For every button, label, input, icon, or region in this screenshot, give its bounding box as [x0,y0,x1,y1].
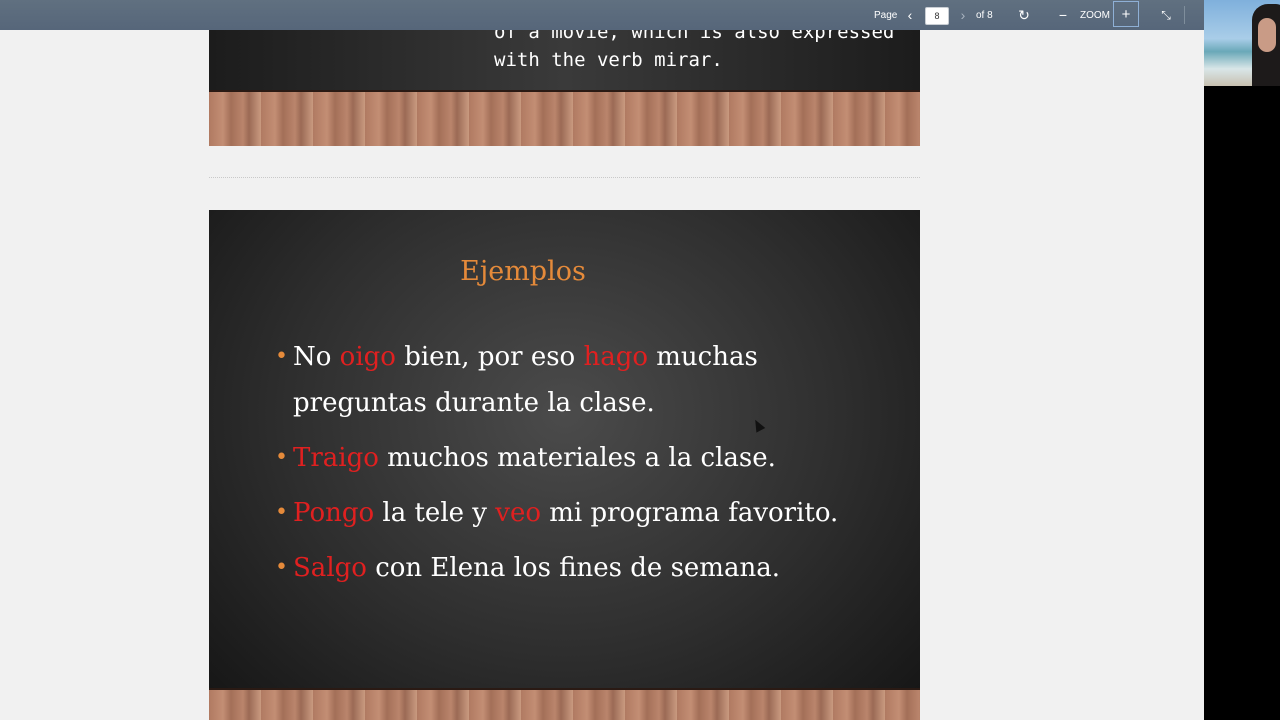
chevron-right-icon[interactable]: › [956,0,970,30]
previous-slide-text: of a movie, which is also expressed with… [494,30,895,71]
bullet-item: • No oigo bien, por eso hago muchas pregu… [275,334,875,426]
page-label: Page [874,9,898,21]
collapse-icon[interactable]: ⤡ [1158,0,1174,30]
bullet-text: bien, por eso [395,342,584,372]
bullet-text: muchos materiales a la clase. [378,443,776,473]
bullet-text: la tele y [374,498,496,528]
bullet-dot-icon: • [275,555,288,580]
slide-previous: of a movie, which is also expressed with… [209,30,920,146]
verb-highlight: hago [583,342,649,372]
bullet-text: con Elena los fines de semana. [366,553,780,583]
toolbar-divider [1184,6,1185,24]
bullet-item: • Pongo la tele y veo mi programa favorit… [275,490,875,536]
chevron-left-icon[interactable]: ‹ [903,0,917,30]
wood-floor [209,688,920,720]
bullet-item: • Salgo con Elena los fines de semana. [275,545,875,591]
presenter-face [1258,18,1276,52]
wood-floor [209,90,920,146]
pdf-viewer-toolbar: Page ‹ 8 › of 8 ↻ − ZOOM + ⤡ [0,0,1204,30]
rotate-icon[interactable]: ↻ [1016,0,1032,30]
zoom-in-button[interactable]: + [1113,1,1139,27]
bullet-list: • No oigo bien, por eso hago muchas pregu… [275,334,875,600]
bullet-text: mi programa favorito. [540,498,839,528]
verb-highlight: Traigo [293,443,379,473]
bullet-dot-icon: • [275,344,288,369]
verb-highlight: oigo [339,342,396,372]
zoom-label: ZOOM [1080,9,1110,21]
page-number-input[interactable]: 8 [925,7,949,25]
bullet-dot-icon: • [275,445,288,470]
webcam-video [1204,0,1280,86]
verb-highlight: Pongo [293,498,375,528]
bullet-dot-icon: • [275,500,288,525]
slide-current: Ejemplos • No oigo bien, por eso hago muc… [209,210,920,720]
page-divider [209,177,920,178]
slide-title: Ejemplos [460,256,586,287]
right-side-panel [1204,0,1280,720]
plus-icon: + [1121,5,1131,23]
bullet-item: • Traigo muchos materiales a la clase. [275,435,875,481]
minus-icon[interactable]: − [1056,0,1070,30]
verb-highlight: Salgo [293,553,367,583]
verb-highlight: veo [495,498,541,528]
bullet-text: No [293,342,340,372]
page-count-label: of 8 [976,9,993,21]
